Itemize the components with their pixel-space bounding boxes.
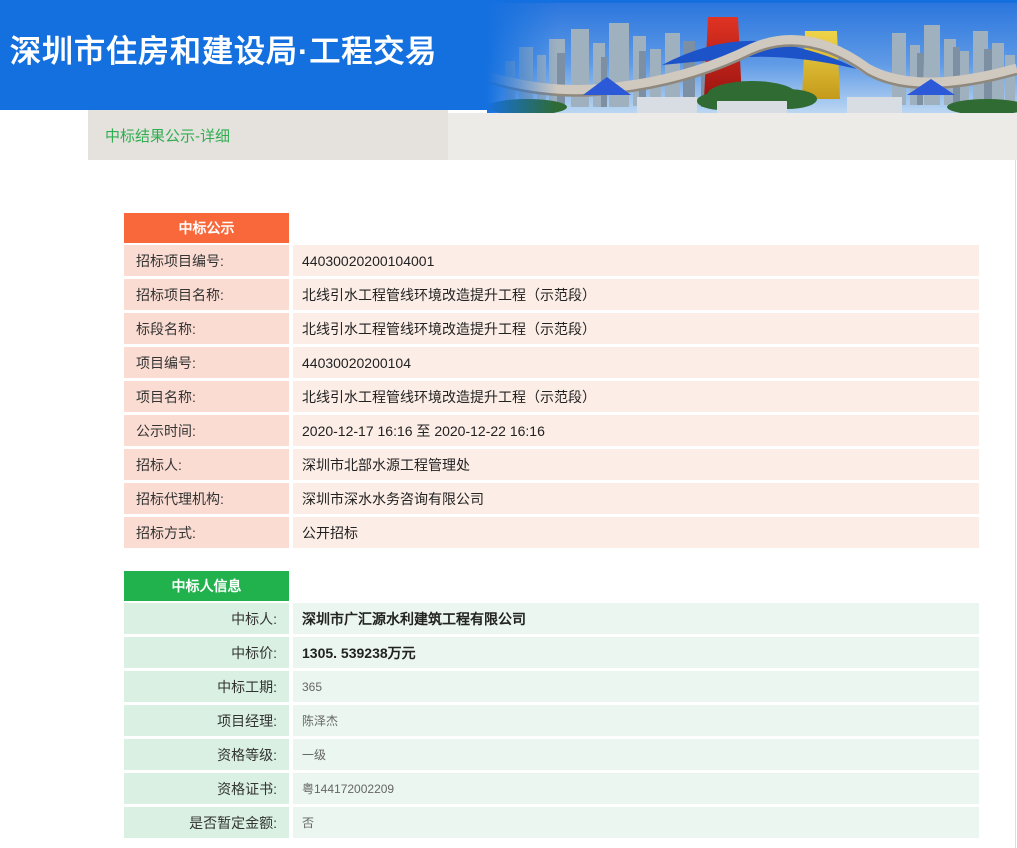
row-label: 中标价:	[124, 637, 289, 668]
table-row: 资格等级: 一级	[124, 739, 979, 770]
breadcrumb: 中标结果公示-详细	[88, 110, 448, 160]
row-label: 公示时间:	[124, 415, 289, 446]
main-content: 中标公示 招标项目编号: 44030020200104001 招标项目名称: 北…	[0, 160, 1017, 838]
row-label: 资格等级:	[124, 739, 289, 770]
table-row: 公示时间: 2020-12-17 16:16 至 2020-12-22 16:1…	[124, 415, 979, 446]
winner-info-table: 中标人: 深圳市广汇源水利建筑工程有限公司 中标价: 1305. 539238万…	[124, 603, 979, 838]
row-value: 否	[293, 807, 979, 838]
row-value: 2020-12-17 16:16 至 2020-12-22 16:16	[293, 415, 979, 446]
table-row: 是否暂定金额: 否	[124, 807, 979, 838]
row-value: 公开招标	[293, 517, 979, 548]
table-row: 招标项目编号: 44030020200104001	[124, 245, 979, 276]
page: 深圳市住房和建设局·工程交易	[0, 0, 1017, 848]
row-value: 深圳市北部水源工程管理处	[293, 449, 979, 480]
bid-announcement-table: 招标项目编号: 44030020200104001 招标项目名称: 北线引水工程…	[124, 245, 979, 548]
winner-info-title: 中标人信息	[124, 571, 289, 601]
row-label: 是否暂定金额:	[124, 807, 289, 838]
table-row: 资格证书: 粤144172002209	[124, 773, 979, 804]
row-label: 资格证书:	[124, 773, 289, 804]
table-row: 项目名称: 北线引水工程管线环境改造提升工程（示范段）	[124, 381, 979, 412]
header-banner-image	[487, 3, 1017, 113]
row-label: 招标项目编号:	[124, 245, 289, 276]
table-row: 招标项目名称: 北线引水工程管线环境改造提升工程（示范段）	[124, 279, 979, 310]
table-row: 招标方式: 公开招标	[124, 517, 979, 548]
row-label: 招标代理机构:	[124, 483, 289, 514]
row-value: 44030020200104001	[293, 245, 979, 276]
row-value: 粤144172002209	[293, 773, 979, 804]
row-value: 1305. 539238万元	[293, 637, 979, 668]
table-row: 项目编号: 44030020200104	[124, 347, 979, 378]
page-title: 深圳市住房和建设局·工程交易	[10, 26, 437, 71]
site-header: 深圳市住房和建设局·工程交易	[0, 0, 1017, 110]
row-value: 北线引水工程管线环境改造提升工程（示范段）	[293, 381, 979, 412]
row-value: 一级	[293, 739, 979, 770]
row-label: 标段名称:	[124, 313, 289, 344]
row-label: 项目名称:	[124, 381, 289, 412]
bid-announcement-title: 中标公示	[124, 213, 289, 243]
table-row: 中标价: 1305. 539238万元	[124, 637, 979, 668]
winner-info-section: 中标人信息 中标人: 深圳市广汇源水利建筑工程有限公司 中标价: 1305. 5…	[124, 571, 1017, 838]
row-label: 招标人:	[124, 449, 289, 480]
row-value: 北线引水工程管线环境改造提升工程（示范段）	[293, 313, 979, 344]
row-value: 44030020200104	[293, 347, 979, 378]
breadcrumb-band: 中标结果公示-详细	[0, 110, 1017, 160]
table-row: 标段名称: 北线引水工程管线环境改造提升工程（示范段）	[124, 313, 979, 344]
breadcrumb-filler	[448, 113, 1017, 160]
row-value: 陈泽杰	[293, 705, 979, 736]
row-label: 项目编号:	[124, 347, 289, 378]
row-label: 中标人:	[124, 603, 289, 634]
row-label: 中标工期:	[124, 671, 289, 702]
table-row: 中标工期: 365	[124, 671, 979, 702]
row-value: 北线引水工程管线环境改造提升工程（示范段）	[293, 279, 979, 310]
row-label: 项目经理:	[124, 705, 289, 736]
table-row: 中标人: 深圳市广汇源水利建筑工程有限公司	[124, 603, 979, 634]
row-label: 招标方式:	[124, 517, 289, 548]
row-value: 深圳市深水水务咨询有限公司	[293, 483, 979, 514]
table-row: 项目经理: 陈泽杰	[124, 705, 979, 736]
table-row: 招标人: 深圳市北部水源工程管理处	[124, 449, 979, 480]
table-row: 招标代理机构: 深圳市深水水务咨询有限公司	[124, 483, 979, 514]
row-value: 365	[293, 671, 979, 702]
row-label: 招标项目名称:	[124, 279, 289, 310]
row-value: 深圳市广汇源水利建筑工程有限公司	[293, 603, 979, 634]
breadcrumb-label: 中标结果公示-详细	[105, 125, 230, 146]
bid-announcement-section: 中标公示 招标项目编号: 44030020200104001 招标项目名称: 北…	[124, 213, 1017, 548]
